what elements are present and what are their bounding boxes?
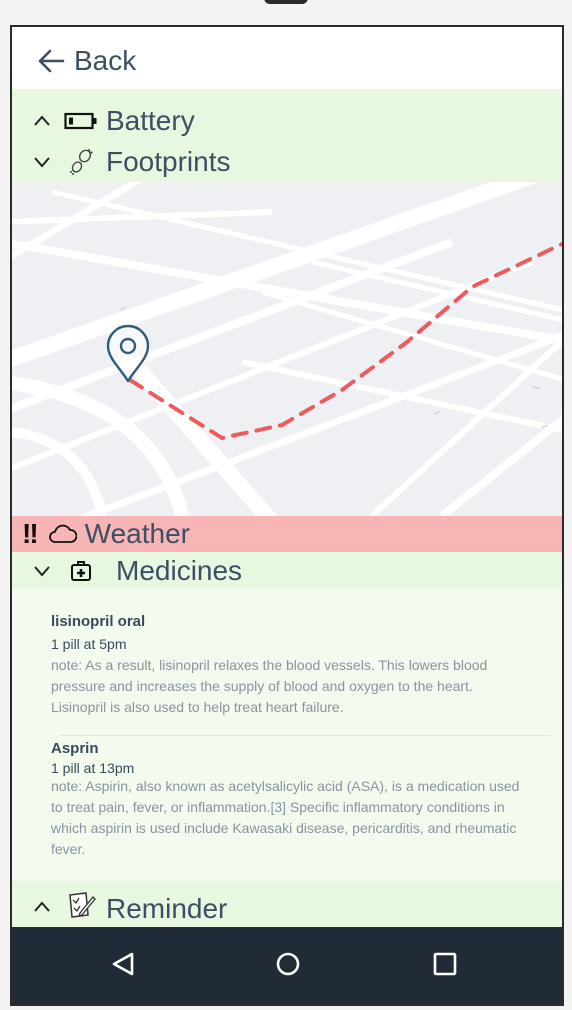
back-button[interactable]: Back [36, 41, 136, 81]
arrow-left-icon [38, 49, 65, 73]
medicine-dose: 1 pill at 5pm [51, 636, 127, 652]
circle-home-icon[interactable] [273, 949, 303, 979]
chevron-down-icon [34, 157, 50, 168]
map-roads [12, 182, 562, 516]
section-battery-label: Battery [106, 105, 195, 136]
section-medicines[interactable]: Medicines [12, 552, 562, 589]
section-medicines-label: Medicines [116, 554, 243, 586]
chevron-down-icon [34, 565, 50, 577]
medical-kit-icon [64, 558, 98, 584]
alert-indicator: !! [22, 518, 39, 549]
chevron-up-icon [34, 115, 50, 126]
medicine-name: Asprin [51, 740, 99, 757]
medicine-name: lisinopril oral [51, 613, 146, 630]
chevron-up-icon [34, 901, 50, 912]
top-bar: Back [12, 27, 562, 89]
square-recents-icon[interactable] [430, 949, 460, 979]
cloud-icon [48, 521, 77, 547]
medicine-item[interactable]: lisinopril oral 1 pill at 5pm note: As a… [51, 613, 521, 718]
section-footprints[interactable]: Footprints [12, 144, 562, 180]
phone-speaker [264, 0, 308, 4]
footprints-map[interactable] [12, 182, 562, 516]
medicine-item[interactable]: Asprin 1 pill at 13pm note: Aspirin, als… [51, 740, 521, 860]
battery-icon [64, 108, 98, 134]
section-battery[interactable]: Battery [12, 103, 562, 139]
system-nav-bar [12, 927, 562, 1004]
divider [60, 735, 550, 736]
back-label: Back [74, 45, 137, 76]
section-weather[interactable]: !! Weather [12, 516, 562, 552]
section-footprints-label: Footprints [106, 146, 231, 177]
section-reminder-label: Reminder [106, 893, 228, 924]
footprints-icon [64, 149, 98, 175]
medicine-dose: 1 pill at 13pm [51, 760, 135, 776]
phone-screen: Back Battery Footprints !! Weather Medic… [10, 25, 564, 1006]
medicine-note: note: Aspirin, also known as acetylsalic… [51, 778, 520, 857]
checklist-icon [64, 892, 98, 918]
triangle-back-icon[interactable] [108, 949, 138, 979]
medicine-note: note: As a result, lisinopril relaxes th… [51, 657, 488, 715]
medicines-list: lisinopril oral 1 pill at 5pm note: As a… [12, 589, 562, 881]
section-reminder[interactable]: Reminder [12, 881, 562, 927]
section-weather-label: Weather [84, 518, 190, 549]
